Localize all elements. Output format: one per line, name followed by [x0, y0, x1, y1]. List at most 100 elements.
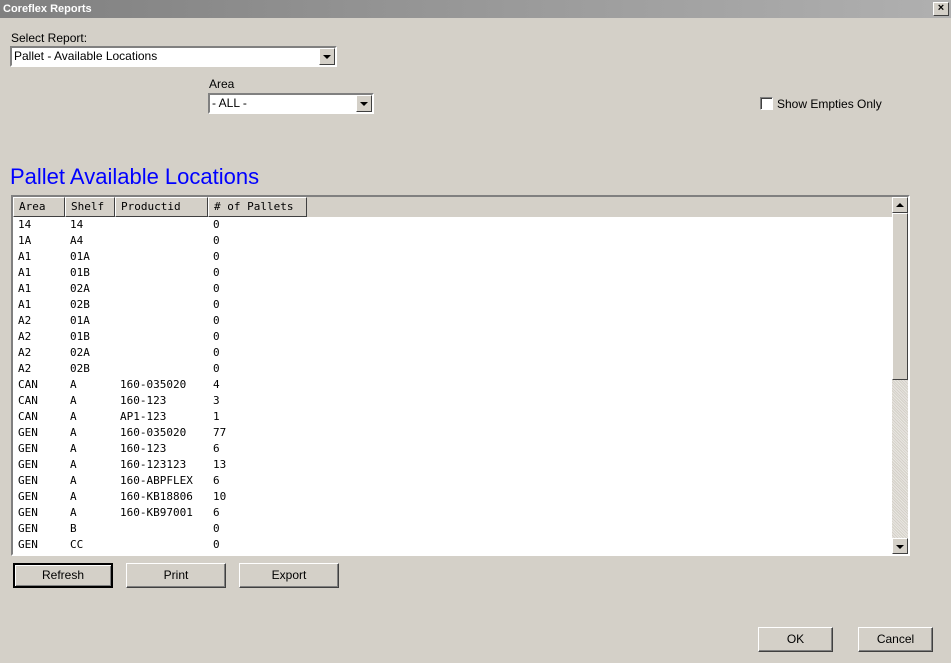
table-cell: 160-KB18806	[120, 490, 193, 503]
table-cell: A	[70, 410, 77, 423]
table-row[interactable]: GEN A 160-KB18806 10	[13, 489, 894, 505]
refresh-button[interactable]: Refresh	[13, 563, 113, 588]
table-cell: A1	[18, 266, 32, 279]
table-cell: 0	[213, 346, 220, 359]
table-cell: A	[70, 394, 77, 407]
table-cell: 0	[213, 282, 220, 295]
table-cell: 01A	[70, 314, 90, 327]
table-cell: A	[70, 442, 77, 455]
table-cell	[115, 521, 208, 537]
table-cell: GEN	[18, 506, 38, 519]
report-select-dropdown-button[interactable]	[319, 48, 335, 65]
table-row[interactable]: GEN A 160-035020 77	[13, 425, 894, 441]
table-cell: 01B	[70, 330, 90, 343]
area-select[interactable]: - ALL -	[208, 93, 374, 114]
table-cell: AP1-123	[120, 410, 167, 423]
ok-button[interactable]: OK	[758, 627, 833, 652]
table-body: 14 14 0 1A A4 0 A1 01A 0 A1 01B 0 A1 02A 0 A1 02B 0 A2 01A 0…	[13, 217, 894, 553]
table-row[interactable]: 14 14 0	[13, 217, 894, 233]
table-row[interactable]: A2 02B 0	[13, 361, 894, 377]
table-cell: A	[70, 490, 77, 503]
table-cell	[115, 281, 208, 297]
table-cell: A	[70, 458, 77, 471]
table-cell: 02B	[70, 298, 90, 311]
table-row[interactable]: GEN B 0	[13, 521, 894, 537]
chevron-down-icon	[323, 55, 331, 59]
table-row[interactable]: GEN A 160-ABPFLEX 6	[13, 473, 894, 489]
report-select-value: Pallet - Available Locations	[14, 49, 158, 63]
locations-table[interactable]: Area Shelf Productid # of Pallets 14 14 0 1…	[11, 195, 910, 556]
table-row[interactable]: GEN CC 0	[13, 537, 894, 553]
table-cell: 1A	[18, 234, 32, 247]
table-cell: CAN	[18, 394, 38, 407]
vertical-scrollbar[interactable]	[892, 197, 908, 554]
table-cell: CAN	[18, 378, 38, 391]
table-row[interactable]: A2 02A 0	[13, 345, 894, 361]
table-cell	[115, 297, 208, 313]
close-button[interactable]: ×	[933, 2, 949, 16]
column-header-area[interactable]: Area	[13, 197, 65, 217]
table-cell: A	[70, 426, 77, 439]
export-button[interactable]: Export	[239, 563, 339, 588]
table-cell	[115, 217, 208, 233]
table-cell: 13	[213, 458, 227, 471]
table-cell: 160-123	[120, 394, 167, 407]
table-cell: A2	[18, 362, 32, 375]
area-select-dropdown-button[interactable]	[356, 95, 372, 112]
table-row[interactable]: CAN A 160-035020 4	[13, 377, 894, 393]
column-header-pallets[interactable]: # of Pallets	[208, 197, 307, 217]
table-cell: 0	[213, 266, 220, 279]
table-cell: A	[70, 378, 77, 391]
table-row[interactable]: 1A A4 0	[13, 233, 894, 249]
table-cell: 6	[213, 442, 220, 455]
table-cell	[115, 233, 208, 249]
table-row[interactable]: A1 02B 0	[13, 297, 894, 313]
table-cell: 0	[213, 250, 220, 263]
table-cell	[115, 361, 208, 377]
table-cell: A1	[18, 250, 32, 263]
table-cell: 160-ABPFLEX	[120, 474, 193, 487]
table-row[interactable]: A1 02A 0	[13, 281, 894, 297]
table-row[interactable]: A2 01B 0	[13, 329, 894, 345]
table-cell: 6	[213, 506, 220, 519]
table-row[interactable]: A1 01A 0	[13, 249, 894, 265]
table-cell: A1	[18, 282, 32, 295]
report-select[interactable]: Pallet - Available Locations	[10, 46, 337, 67]
table-row[interactable]: CAN A 160-123 3	[13, 393, 894, 409]
table-cell: CAN	[18, 410, 38, 423]
table-cell: 02B	[70, 362, 90, 375]
column-header-shelf[interactable]: Shelf	[65, 197, 115, 217]
table-cell	[115, 345, 208, 361]
table-cell: 160-123	[120, 442, 167, 455]
scrollbar-thumb[interactable]	[892, 213, 908, 380]
table-cell: GEN	[18, 522, 38, 535]
table-cell: A2	[18, 330, 32, 343]
table-cell: 77	[213, 426, 227, 439]
scroll-up-button[interactable]	[892, 197, 908, 213]
table-cell: 02A	[70, 346, 90, 359]
table-row[interactable]: A2 01A 0	[13, 313, 894, 329]
table-row[interactable]: GEN A 160-123123 13	[13, 457, 894, 473]
print-button[interactable]: Print	[126, 563, 226, 588]
table-cell: A	[70, 506, 77, 519]
table-cell	[115, 329, 208, 345]
table-cell: B	[70, 522, 77, 535]
table-cell	[115, 249, 208, 265]
table-row[interactable]: GEN A 160-123 6	[13, 441, 894, 457]
table-row[interactable]: A1 01B 0	[13, 265, 894, 281]
table-cell: 160-123123	[120, 458, 187, 471]
table-cell: 3	[213, 394, 220, 407]
column-header-productid[interactable]: Productid	[115, 197, 208, 217]
table-row[interactable]: CAN A AP1-123 1	[13, 409, 894, 425]
show-empties-checkbox[interactable]	[760, 97, 773, 110]
arrow-down-icon	[896, 545, 904, 549]
table-cell: 01B	[70, 266, 90, 279]
cancel-button[interactable]: Cancel	[858, 627, 933, 652]
arrow-up-icon	[896, 203, 904, 207]
scroll-down-button[interactable]	[892, 538, 908, 554]
table-cell: 6	[213, 474, 220, 487]
window-title-bar: Coreflex Reports ×	[0, 0, 951, 18]
table-cell: 0	[213, 362, 220, 375]
table-cell	[115, 537, 208, 553]
table-row[interactable]: GEN A 160-KB97001 6	[13, 505, 894, 521]
